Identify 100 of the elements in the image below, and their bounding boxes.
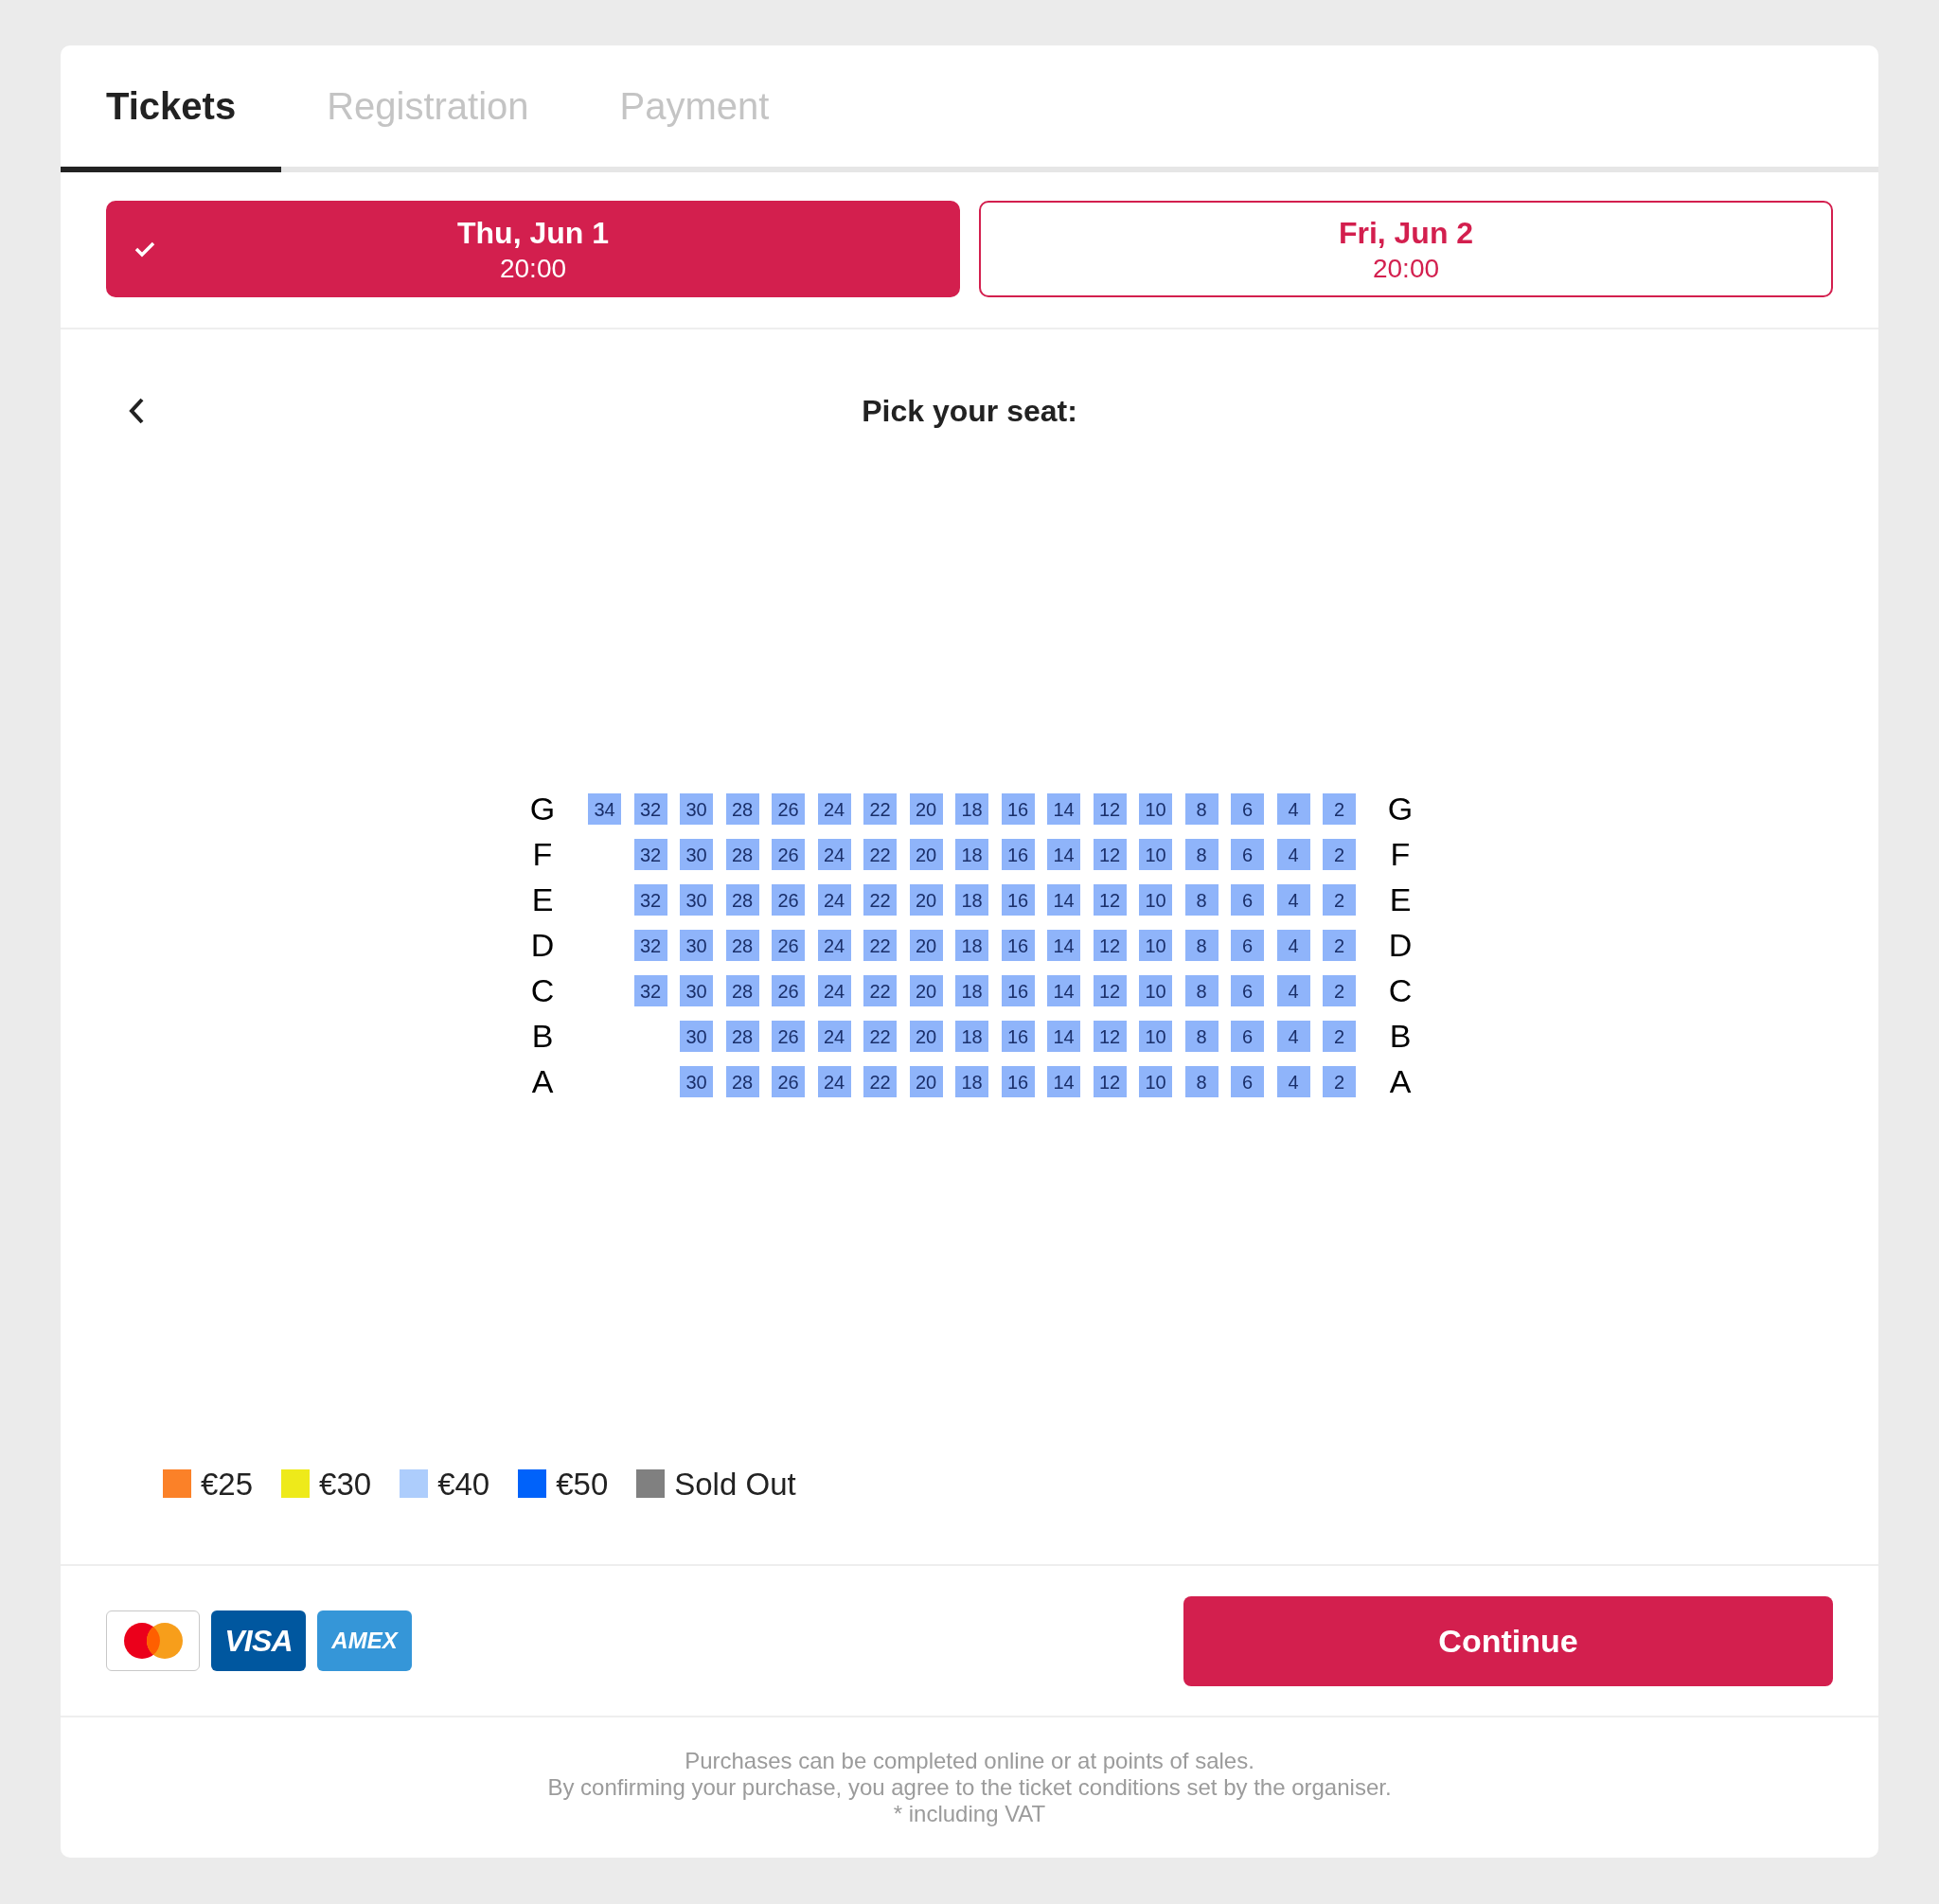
seat[interactable]: 28: [725, 793, 759, 825]
seat[interactable]: 30: [680, 1066, 713, 1097]
seat[interactable]: 2: [1323, 793, 1356, 825]
seat[interactable]: 28: [725, 1066, 759, 1097]
seat[interactable]: 24: [817, 1021, 851, 1052]
seat[interactable]: 28: [725, 839, 759, 870]
seat[interactable]: 4: [1276, 1021, 1310, 1052]
seat[interactable]: 34: [588, 793, 621, 825]
seat[interactable]: 10: [1139, 793, 1172, 825]
seat[interactable]: 16: [1001, 975, 1035, 1006]
seat[interactable]: 14: [1047, 793, 1080, 825]
seat[interactable]: 20: [909, 1066, 943, 1097]
seat[interactable]: 20: [909, 884, 943, 916]
seat[interactable]: 20: [909, 930, 943, 961]
seat[interactable]: 18: [955, 884, 988, 916]
seat[interactable]: 30: [680, 1021, 713, 1052]
seat[interactable]: 8: [1184, 975, 1219, 1006]
seat[interactable]: 4: [1276, 975, 1310, 1006]
seat[interactable]: 10: [1139, 884, 1172, 916]
seat[interactable]: 24: [817, 839, 851, 870]
seat[interactable]: 22: [863, 1066, 897, 1097]
seat[interactable]: 30: [680, 793, 713, 825]
seat[interactable]: 18: [955, 975, 988, 1006]
seat[interactable]: 10: [1139, 1021, 1172, 1052]
seat[interactable]: 12: [1093, 793, 1127, 825]
seat[interactable]: 30: [680, 930, 713, 961]
seat[interactable]: 8: [1184, 1021, 1219, 1052]
seat[interactable]: 12: [1093, 930, 1127, 961]
seat[interactable]: 32: [633, 793, 667, 825]
seat[interactable]: 28: [725, 975, 759, 1006]
seat[interactable]: 16: [1001, 793, 1035, 825]
seat[interactable]: 22: [863, 975, 897, 1006]
seat[interactable]: 16: [1001, 1021, 1035, 1052]
seat[interactable]: 26: [772, 1066, 805, 1097]
seat[interactable]: 10: [1139, 839, 1172, 870]
seat[interactable]: 26: [772, 839, 805, 870]
seat[interactable]: 26: [772, 975, 805, 1006]
seat[interactable]: 6: [1231, 884, 1264, 916]
seat[interactable]: 20: [909, 839, 943, 870]
seat[interactable]: 18: [955, 1021, 988, 1052]
seat[interactable]: 2: [1323, 1066, 1356, 1097]
seat[interactable]: 24: [817, 930, 851, 961]
seat[interactable]: 2: [1323, 839, 1356, 870]
seat[interactable]: 28: [725, 884, 759, 916]
seat[interactable]: 4: [1276, 1066, 1310, 1097]
seat[interactable]: 14: [1047, 1021, 1080, 1052]
seat[interactable]: 2: [1323, 975, 1356, 1006]
seat[interactable]: 12: [1093, 975, 1127, 1006]
seat[interactable]: 16: [1001, 884, 1035, 916]
seat[interactable]: 6: [1231, 1021, 1264, 1052]
seat[interactable]: 8: [1184, 1066, 1219, 1097]
seat[interactable]: 8: [1184, 793, 1219, 825]
seat[interactable]: 20: [909, 793, 943, 825]
seat[interactable]: 12: [1093, 884, 1127, 916]
seat[interactable]: 32: [633, 930, 667, 961]
seat[interactable]: 18: [955, 793, 988, 825]
seat[interactable]: 22: [863, 1021, 897, 1052]
seat[interactable]: 18: [955, 839, 988, 870]
seat[interactable]: 22: [863, 793, 897, 825]
seat[interactable]: 12: [1093, 1021, 1127, 1052]
seat[interactable]: 24: [817, 1066, 851, 1097]
seat[interactable]: 28: [725, 1021, 759, 1052]
continue-button[interactable]: Continue: [1183, 1595, 1833, 1686]
seat[interactable]: 22: [863, 884, 897, 916]
seat[interactable]: 6: [1231, 839, 1264, 870]
seat[interactable]: 28: [725, 930, 759, 961]
seat[interactable]: 10: [1139, 975, 1172, 1006]
seat[interactable]: 8: [1184, 884, 1219, 916]
seat[interactable]: 26: [772, 1021, 805, 1052]
seat[interactable]: 22: [863, 930, 897, 961]
seat[interactable]: 6: [1231, 793, 1264, 825]
seat[interactable]: 30: [680, 975, 713, 1006]
seat[interactable]: 2: [1323, 884, 1356, 916]
seat[interactable]: 20: [909, 1021, 943, 1052]
seat[interactable]: 8: [1184, 930, 1219, 961]
seat[interactable]: 6: [1231, 930, 1264, 961]
seat[interactable]: 12: [1093, 839, 1127, 870]
seat[interactable]: 8: [1184, 839, 1219, 870]
seat[interactable]: 24: [817, 975, 851, 1006]
seat[interactable]: 2: [1323, 1021, 1356, 1052]
date-option[interactable]: Fri, Jun 2 20:00: [979, 201, 1833, 297]
seat[interactable]: 32: [633, 975, 667, 1006]
seat[interactable]: 4: [1276, 884, 1310, 916]
seat[interactable]: 24: [817, 884, 851, 916]
seat[interactable]: 30: [680, 839, 713, 870]
seat[interactable]: 14: [1047, 839, 1080, 870]
tab[interactable]: Tickets: [61, 45, 282, 172]
seat[interactable]: 18: [955, 1066, 988, 1097]
seat[interactable]: 26: [772, 930, 805, 961]
seat[interactable]: 22: [863, 839, 897, 870]
seat[interactable]: 14: [1047, 930, 1080, 961]
seat[interactable]: 20: [909, 975, 943, 1006]
seat[interactable]: 10: [1139, 930, 1172, 961]
seat[interactable]: 30: [680, 884, 713, 916]
seat[interactable]: 26: [772, 884, 805, 916]
seat[interactable]: 14: [1047, 1066, 1080, 1097]
date-option[interactable]: Thu, Jun 1 20:00: [106, 201, 960, 297]
seat[interactable]: 4: [1276, 930, 1310, 961]
seat[interactable]: 10: [1139, 1066, 1172, 1097]
seat[interactable]: 14: [1047, 975, 1080, 1006]
